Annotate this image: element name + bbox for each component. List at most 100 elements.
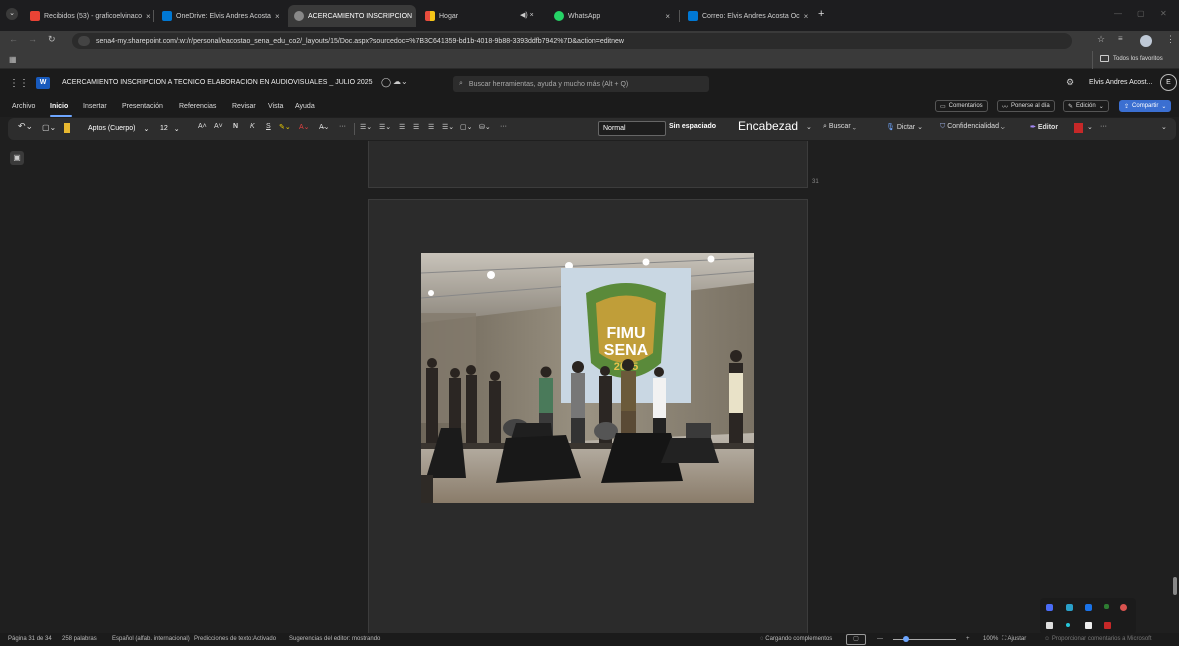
app-icon[interactable] — [1066, 604, 1073, 611]
tab-outlook[interactable]: Correo: Elvis Andres Acosta Oc × — [682, 5, 812, 27]
shading-icon[interactable]: ⛁⌄ — [479, 123, 491, 131]
new-tab-button[interactable]: + — [818, 8, 824, 20]
tab-insertar[interactable]: Insertar — [83, 103, 107, 110]
comments-button[interactable]: ▭ Comentarios — [935, 100, 988, 112]
more-paragraph-icon[interactable]: ··· — [500, 123, 507, 130]
close-icon[interactable]: × — [665, 12, 670, 21]
profile-avatar[interactable] — [1140, 35, 1152, 47]
app-icon[interactable] — [1085, 604, 1092, 611]
tab-ayuda[interactable]: Ayuda — [295, 103, 315, 110]
app-icon[interactable] — [1046, 604, 1053, 611]
event-photo[interactable]: FIMU SENA 2025 — [421, 253, 754, 503]
close-icon[interactable]: × — [804, 12, 809, 21]
browser-menu-icon[interactable]: ⋮ — [1166, 34, 1175, 45]
more-options-button[interactable]: ··· — [1100, 123, 1107, 130]
tab-whatsapp[interactable]: WhatsApp × — [548, 5, 676, 27]
app-icon[interactable] — [1085, 622, 1092, 629]
maximize-button[interactable]: ▢ — [1137, 9, 1145, 18]
user-avatar[interactable]: E — [1160, 74, 1177, 91]
tab-word-document[interactable]: ACERCAMIENTO INSCRIPCION × — [288, 5, 416, 27]
editor-suggestions-status[interactable]: Sugerencias del editor: mostrando — [289, 636, 380, 642]
view-mode-button[interactable]: ▢ — [846, 634, 866, 645]
dictate-button[interactable]: 🎙 Dictar ⌄ — [886, 123, 923, 131]
tab-vista[interactable]: Vista — [268, 103, 283, 110]
previous-page[interactable] — [368, 141, 808, 188]
all-bookmarks-button[interactable]: Todos los favoritos — [1100, 55, 1163, 62]
navigation-pane-icon[interactable]: ▣ — [10, 151, 24, 165]
app-icon[interactable] — [1066, 623, 1070, 627]
tab-revisar[interactable]: Revisar — [232, 103, 256, 110]
settings-gear-icon[interactable]: ⚙ — [1066, 77, 1074, 88]
zoom-slider-thumb[interactable] — [903, 636, 909, 642]
audio-mute-button[interactable]: ◀) × — [520, 11, 534, 19]
document-title[interactable]: ACERCAMIENTO INSCRIPCION A TECNICO ELABO… — [62, 79, 373, 86]
close-icon[interactable]: × — [275, 12, 280, 21]
more-font-icon[interactable]: ··· — [339, 123, 346, 130]
tab-search-icon[interactable]: ≡ — [1118, 34, 1123, 43]
minimize-button[interactable]: — — [1114, 9, 1122, 18]
tab-presentacion[interactable]: Presentación — [122, 103, 163, 110]
styles-dropdown-icon[interactable]: ⌄ — [806, 123, 812, 131]
url-field[interactable]: sena4-my.sharepoint.com/:w:/r/personal/e… — [72, 33, 1072, 49]
increase-indent-icon[interactable]: ☰ — [413, 123, 419, 131]
tab-inicio[interactable]: Inicio — [50, 103, 68, 110]
font-size-select[interactable]: 12 ⌄ — [160, 121, 188, 136]
app-icon[interactable] — [1104, 604, 1109, 609]
site-info-icon[interactable] — [78, 36, 90, 46]
font-color-icon[interactable]: A⌄ — [299, 123, 310, 131]
app-icon[interactable] — [1046, 622, 1053, 629]
highlight-icon[interactable]: ✎⌄ — [279, 123, 291, 131]
clear-format-icon[interactable]: A̶⌄ — [319, 123, 330, 131]
paste-icon[interactable]: ▢⌄ — [42, 123, 56, 132]
collapse-ribbon-icon[interactable]: ⌄ — [1161, 123, 1167, 131]
bold-button[interactable]: N — [233, 123, 238, 130]
close-window-button[interactable]: ✕ — [1160, 9, 1167, 18]
fit-button[interactable]: ⛶ Ajustar — [1002, 636, 1026, 643]
app-launcher-icon[interactable]: ⋮⋮ — [9, 78, 29, 89]
tab-referencias[interactable]: Referencias — [179, 103, 216, 110]
chevron-down-icon[interactable]: ⌄ — [1087, 123, 1093, 131]
shield-icon[interactable]: ◯ — [381, 77, 391, 88]
tab-archivo[interactable]: Archivo — [12, 103, 35, 110]
font-family-select[interactable]: Aptos (Cuerpo) ⌄ — [88, 121, 168, 136]
app-icon[interactable] — [1120, 604, 1127, 611]
user-name[interactable]: Elvis Andres Acost... — [1089, 79, 1152, 86]
grow-font-icon[interactable]: A˄ — [198, 123, 207, 130]
scrollbar-thumb[interactable] — [1173, 577, 1177, 595]
close-icon[interactable]: × — [530, 12, 534, 19]
find-button[interactable]: ⌕ Buscar ⌄ — [823, 123, 856, 131]
zoom-level[interactable]: 100% — [983, 636, 998, 642]
apps-grid-icon[interactable]: ▦ — [9, 55, 17, 64]
tab-onedrive[interactable]: OneDrive: Elvis Andres Acosta × — [156, 5, 284, 27]
underline-button[interactable]: S — [266, 123, 271, 130]
tab-hogar[interactable]: Hogar — [419, 5, 519, 27]
word-count[interactable]: 258 palabras — [62, 636, 97, 642]
saved-status-icon[interactable]: ☁⌄ — [393, 77, 408, 86]
back-icon[interactable]: ← — [9, 34, 18, 44]
italic-button[interactable]: K — [250, 123, 255, 130]
tab-gmail[interactable]: Recibidos (53) - graficoelvinaco × — [24, 5, 152, 27]
search-box[interactable]: ⌕ Buscar herramientas, ayuda y mucho más… — [453, 76, 709, 92]
zoom-in-button[interactable]: + — [966, 636, 970, 642]
close-icon[interactable]: × — [146, 12, 151, 21]
undo-icon[interactable]: ↶⌄ — [18, 121, 33, 132]
share-button[interactable]: ⇪ Compartir ⌄ — [1119, 100, 1172, 112]
style-no-spacing[interactable]: Sin espaciado — [669, 123, 716, 130]
feedback-link[interactable]: ☺ Proporcionar comentarios a Microsoft — [1044, 636, 1152, 642]
reload-icon[interactable]: ↻ — [48, 34, 56, 45]
borders-icon[interactable]: ▢⌄ — [460, 123, 472, 131]
editor-button[interactable]: ✒ Editor — [1030, 123, 1058, 131]
text-predictions-status[interactable]: Predicciones de texto:Activado — [194, 636, 276, 642]
align-icon[interactable]: ☰ — [428, 123, 434, 131]
line-spacing-icon[interactable]: ☰⌄ — [442, 123, 454, 131]
editing-mode-button[interactable]: ✎ Edición ⌄ — [1063, 100, 1109, 112]
numbering-icon[interactable]: ☰⌄ — [379, 123, 391, 131]
style-normal[interactable]: Normal — [598, 121, 666, 136]
zoom-out-button[interactable]: — — [877, 636, 883, 642]
sensitivity-button[interactable]: ⛉ Confidencialidad ⌄ — [940, 123, 1005, 131]
bookmark-star-icon[interactable]: ☆ — [1097, 34, 1105, 45]
catch-up-button[interactable]: 〰 Ponerse al día — [997, 100, 1055, 112]
decrease-indent-icon[interactable]: ☰ — [399, 123, 405, 131]
format-painter-icon[interactable] — [64, 123, 70, 133]
language-status[interactable]: Español (alfab. internacional) — [112, 636, 190, 642]
